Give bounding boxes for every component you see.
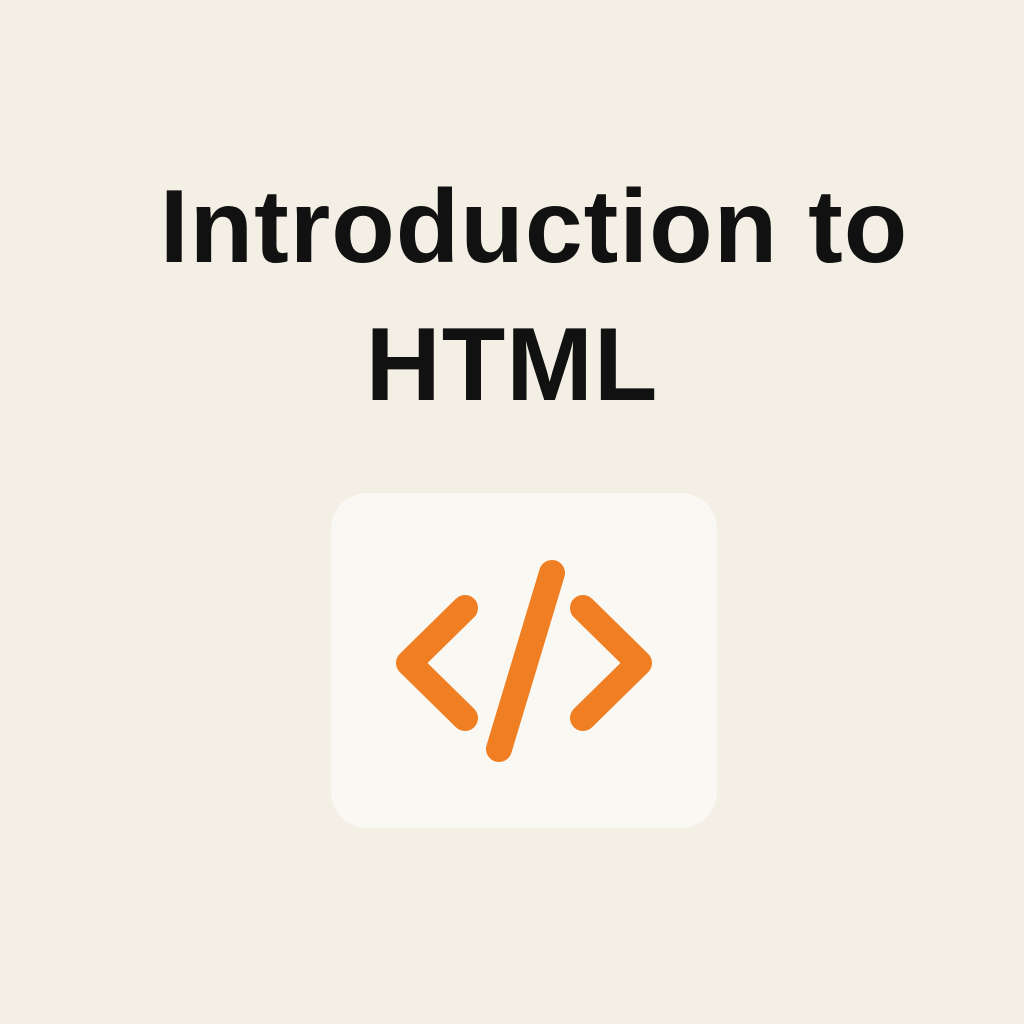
left-angle-bracket [396,595,478,731]
slash [486,560,565,762]
icon-card [331,493,717,828]
title-line-1: Introduction to [159,169,909,285]
title-line-2: HTML [365,307,659,423]
page-title: Introduction to HTML [0,158,1024,434]
code-tag-icon [396,560,652,762]
right-angle-bracket [570,595,652,731]
